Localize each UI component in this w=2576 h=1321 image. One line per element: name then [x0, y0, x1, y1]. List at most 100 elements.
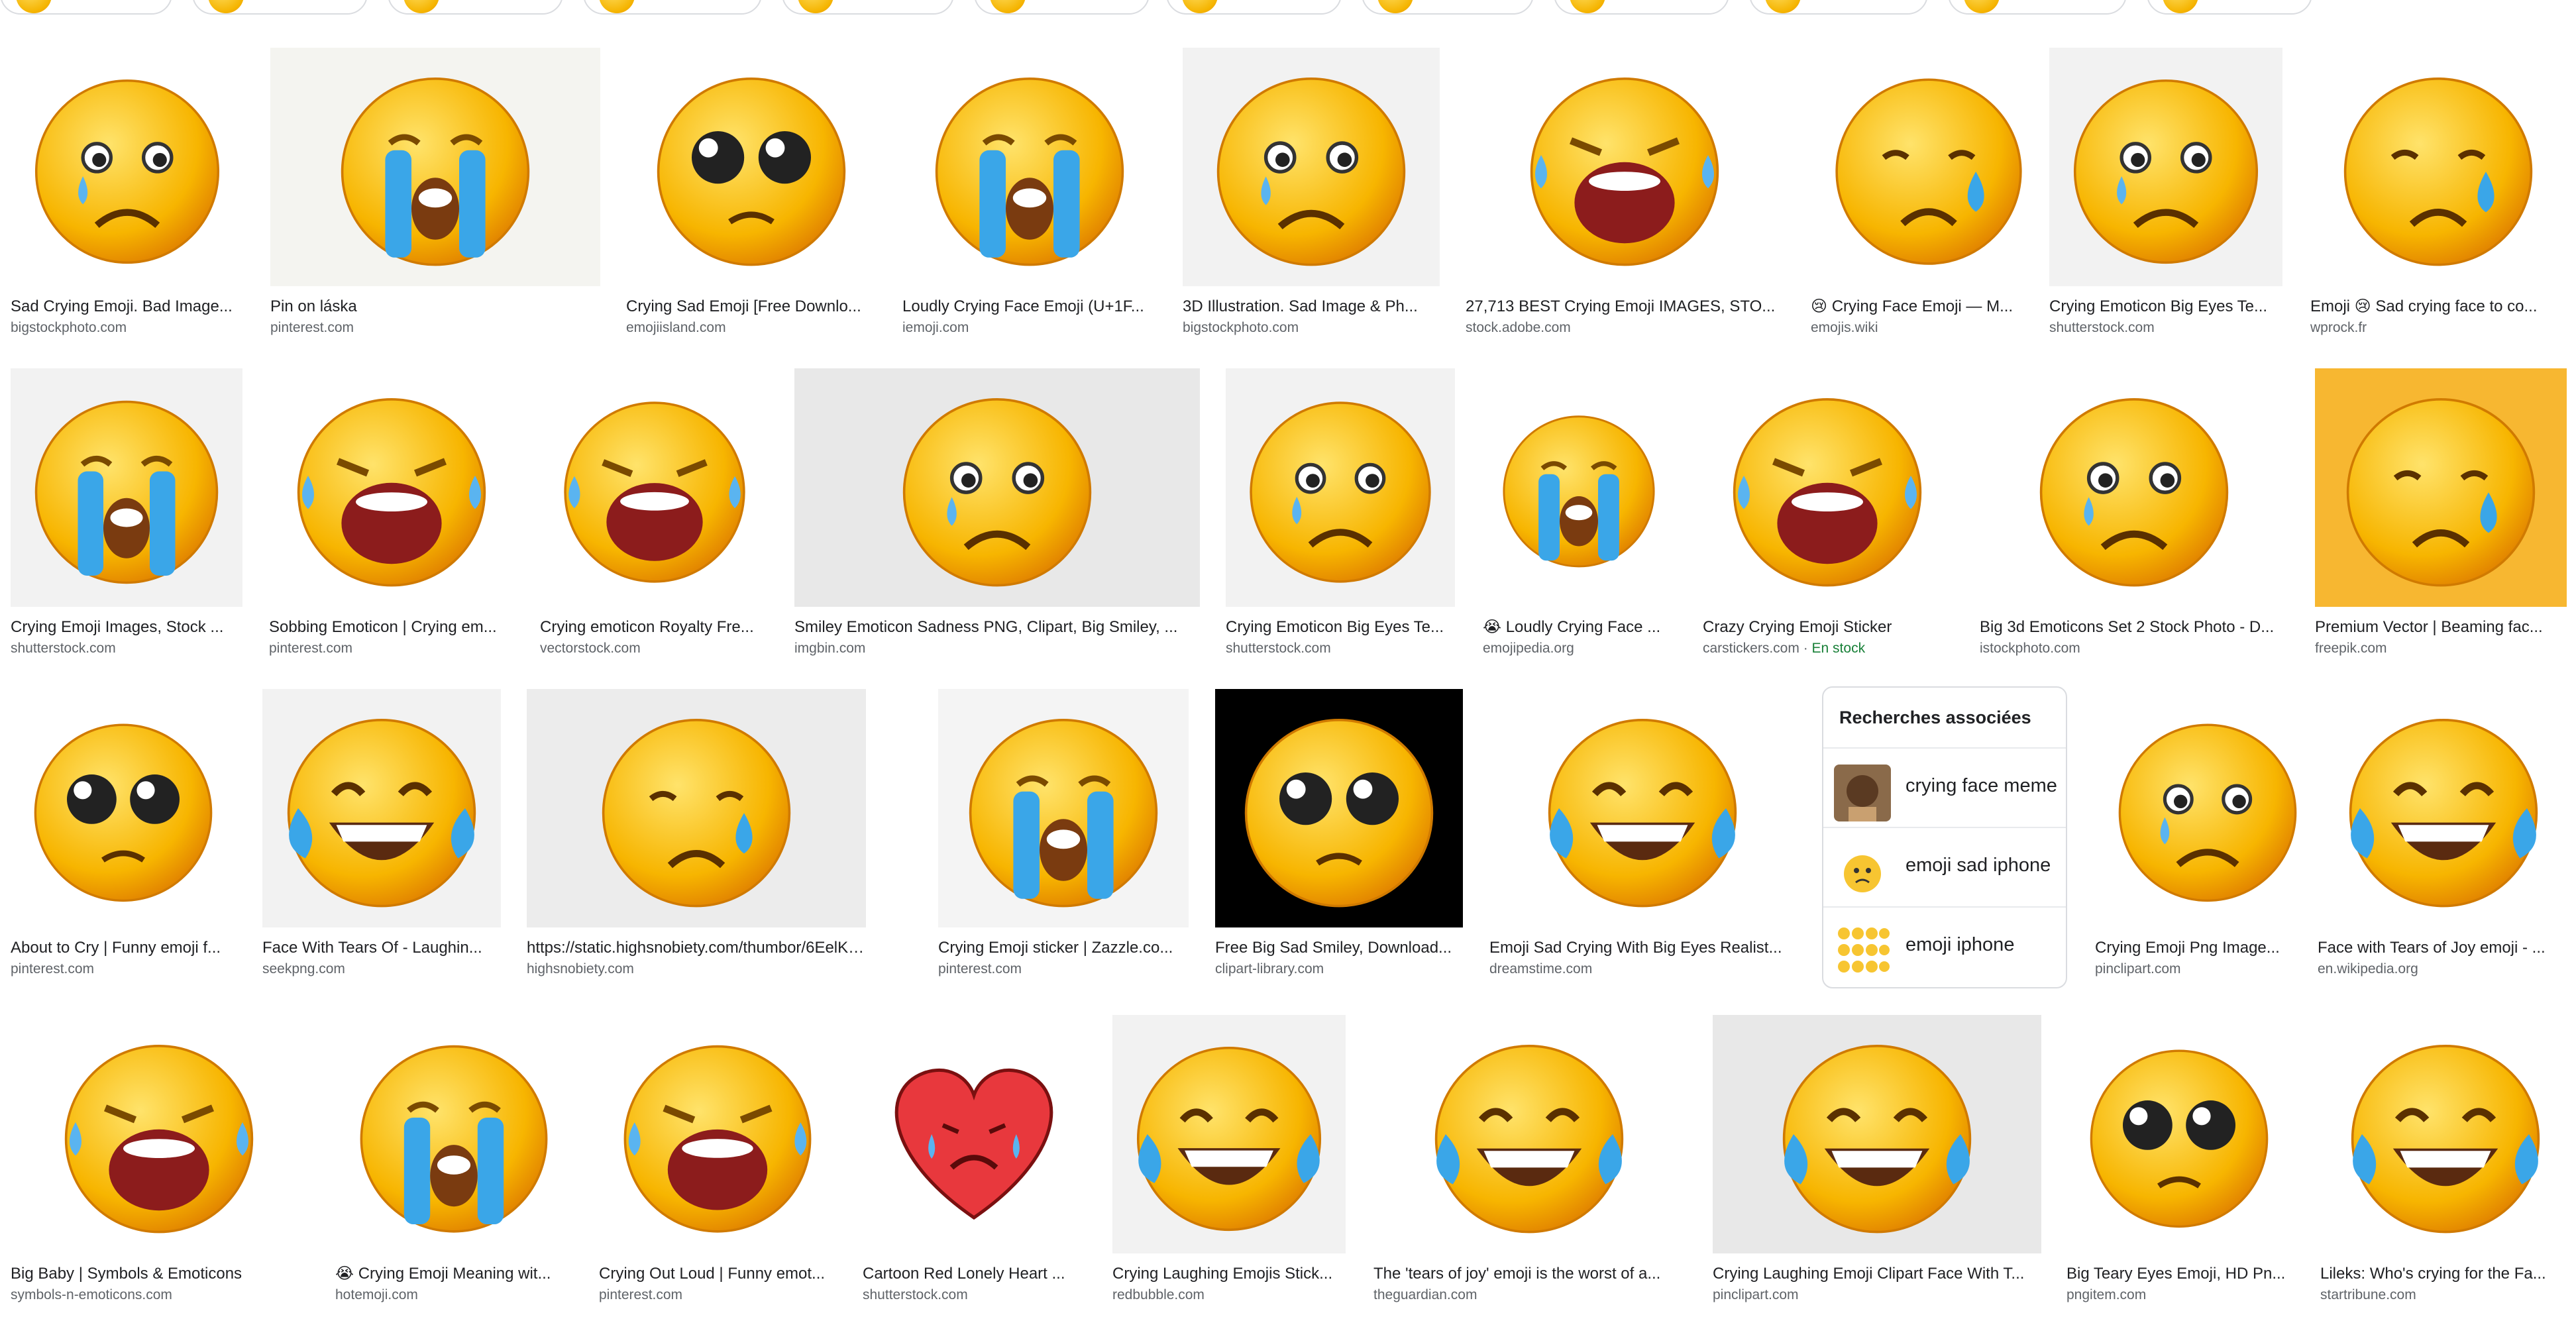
filter-chip[interactable]	[1166, 0, 1342, 15]
result-title-link[interactable]: Crying Emoji Images, Stock ...	[11, 617, 242, 637]
result-thumbnail-image[interactable]	[1980, 368, 2288, 607]
result-title-link[interactable]: Crying Laughing Emoji Clipart Face With …	[1713, 1264, 2041, 1284]
image-result-tile[interactable]: Emoji 😢 Sad crying face to co... wprock.f…	[2310, 48, 2566, 352]
result-title-link[interactable]: Crying Emoticon Big Eyes Te...	[1226, 617, 1455, 637]
result-thumbnail-image[interactable]	[626, 48, 877, 286]
result-thumbnail-image[interactable]	[270, 48, 600, 286]
result-title-link[interactable]: Crying Emoji Png Image...	[2095, 938, 2320, 958]
result-thumbnail-image[interactable]	[1215, 689, 1463, 927]
image-result-tile[interactable]: Crying Laughing Emojis Stick... redbubble…	[1112, 1015, 1346, 1320]
result-thumbnail-image[interactable]	[1703, 368, 1952, 607]
result-thumbnail-image[interactable]	[1811, 48, 2047, 286]
image-result-tile[interactable]: Crazy Crying Emoji Sticker carstickers.co…	[1703, 368, 1952, 673]
image-result-tile[interactable]: 😢 Crying Face Emoji — M... emojis.wiki	[1811, 48, 2047, 352]
image-result-tile[interactable]: Face With Tears Of - Laughin... seekpng.c…	[262, 689, 501, 994]
image-result-tile[interactable]: Crying emoticon Royalty Fre... vectorstoc…	[540, 368, 769, 673]
result-thumbnail-image[interactable]	[2095, 689, 2320, 927]
result-title-link[interactable]: 3D Illustration. Sad Image & Ph...	[1183, 297, 1440, 317]
result-thumbnail-image[interactable]	[11, 48, 244, 286]
image-result-tile[interactable]: Crying Emoticon Big Eyes Te... shuttersto…	[2049, 48, 2282, 352]
result-title-link[interactable]: Sad Crying Emoji. Bad Image...	[11, 297, 244, 317]
image-result-tile[interactable]: Crying Emoji Images, Stock ... shuttersto…	[11, 368, 242, 673]
image-result-tile[interactable]: 27,713 BEST Crying Emoji IMAGES, STO... s…	[1466, 48, 1784, 352]
image-result-tile[interactable]: 3D Illustration. Sad Image & Ph... bigsto…	[1183, 48, 1440, 352]
result-title-link[interactable]: 27,713 BEST Crying Emoji IMAGES, STO...	[1466, 297, 1784, 317]
result-thumbnail-image[interactable]	[540, 368, 769, 607]
result-thumbnail-image[interactable]	[2049, 48, 2282, 286]
result-thumbnail-image[interactable]	[794, 368, 1200, 607]
result-thumbnail-image[interactable]	[902, 48, 1157, 286]
image-result-tile[interactable]: Crying Out Loud | Funny emot... pinterest…	[599, 1015, 836, 1320]
result-thumbnail-image[interactable]	[1112, 1015, 1346, 1253]
result-title-link[interactable]: Crying emoticon Royalty Fre...	[540, 617, 769, 637]
image-result-tile[interactable]: The 'tears of joy' emoji is the worst of…	[1373, 1015, 1685, 1320]
related-search-emoji-iphone[interactable]: emoji iphone	[1823, 906, 2066, 987]
result-title-link[interactable]: Free Big Sad Smiley, Download...	[1215, 938, 1463, 958]
result-thumbnail-image[interactable]	[11, 1015, 307, 1253]
filter-chip[interactable]	[974, 0, 1150, 15]
result-title-link[interactable]: Emoji 😢 Sad crying face to co...	[2310, 297, 2566, 317]
image-result-tile[interactable]: Crying Emoji sticker | Zazzle.co... pinte…	[938, 689, 1189, 994]
image-result-tile[interactable]: Lileks: Who's crying for the Fa... startr…	[2320, 1015, 2571, 1320]
result-title-link[interactable]: Crying Emoticon Big Eyes Te...	[2049, 297, 2282, 317]
image-result-tile[interactable]: https://static.highsnobiety.com/thumbor/…	[527, 689, 866, 994]
result-title-link[interactable]: Big 3d Emoticons Set 2 Stock Photo - D..…	[1980, 617, 2288, 637]
result-thumbnail-image[interactable]	[262, 689, 501, 927]
image-result-tile[interactable]: Cartoon Red Lonely Heart ... shutterstock…	[863, 1015, 1085, 1320]
result-thumbnail-image[interactable]	[2315, 368, 2567, 607]
result-thumbnail-image[interactable]	[1483, 368, 1675, 607]
image-result-tile[interactable]: Crying Emoji Png Image... pinclipart.com	[2095, 689, 2320, 994]
result-thumbnail-image[interactable]	[335, 1015, 572, 1253]
result-title-link[interactable]: Sobbing Emoticon | Crying em...	[269, 617, 514, 637]
result-title-link[interactable]: Emoji Sad Crying With Big Eyes Realist..…	[1489, 938, 1796, 958]
result-title-link[interactable]: Premium Vector | Beaming fac...	[2315, 617, 2567, 637]
image-result-tile[interactable]: Loudly Crying Face Emoji (U+1F... iemoji.…	[902, 48, 1157, 352]
result-thumbnail-image[interactable]	[1489, 689, 1796, 927]
result-title-link[interactable]: 😭 Loudly Crying Face ...	[1483, 617, 1675, 637]
result-title-link[interactable]: https://static.highsnobiety.com/thumbor/…	[527, 938, 866, 958]
filter-chip[interactable]	[1749, 0, 1928, 15]
image-result-tile[interactable]: Premium Vector | Beaming fac... freepik.c…	[2315, 368, 2567, 673]
result-title-link[interactable]: About to Cry | Funny emoji f...	[11, 938, 236, 958]
result-thumbnail-image[interactable]	[1713, 1015, 2041, 1253]
filter-chip[interactable]	[583, 0, 762, 15]
result-thumbnail-image[interactable]	[2066, 1015, 2292, 1253]
image-result-tile[interactable]: Crying Sad Emoji [Free Downlo... emojiisl…	[626, 48, 877, 352]
result-title-link[interactable]: Pin on láska	[270, 297, 600, 317]
image-result-tile[interactable]: Free Big Sad Smiley, Download... clipart-…	[1215, 689, 1463, 994]
image-result-tile[interactable]: Pin on láska pinterest.com	[270, 48, 600, 352]
image-result-tile[interactable]: Crying Laughing Emoji Clipart Face With …	[1713, 1015, 2041, 1320]
image-result-tile[interactable]: Big 3d Emoticons Set 2 Stock Photo - D..…	[1980, 368, 2288, 673]
result-title-link[interactable]: Crying Out Loud | Funny emot...	[599, 1264, 836, 1284]
filter-chip[interactable]	[2147, 0, 2312, 15]
result-thumbnail-image[interactable]	[11, 368, 242, 607]
image-result-tile[interactable]: 😭 Crying Emoji Meaning wit... hotemoji.co…	[335, 1015, 572, 1320]
image-result-tile[interactable]: Smiley Emoticon Sadness PNG, Clipart, Bi…	[794, 368, 1200, 673]
filter-chip[interactable]	[192, 0, 368, 15]
image-result-tile[interactable]: Big Teary Eyes Emoji, HD Pn... pngitem.co…	[2066, 1015, 2292, 1320]
image-result-tile[interactable]: Crying Emoticon Big Eyes Te... shuttersto…	[1226, 368, 1455, 673]
result-title-link[interactable]: Crazy Crying Emoji Sticker	[1703, 617, 1952, 637]
result-thumbnail-image[interactable]	[1373, 1015, 1685, 1253]
result-title-link[interactable]: 😢 Crying Face Emoji — M...	[1811, 297, 2047, 317]
result-title-link[interactable]: Crying Emoji sticker | Zazzle.co...	[938, 938, 1189, 958]
result-title-link[interactable]: Cartoon Red Lonely Heart ...	[863, 1264, 1085, 1284]
image-result-tile[interactable]: About to Cry | Funny emoji f... pinterest…	[11, 689, 236, 994]
related-search-emoji-sad-iphone[interactable]: emoji sad iphone	[1823, 827, 2066, 908]
filter-chip[interactable]	[1554, 0, 1729, 15]
result-thumbnail-image[interactable]	[1226, 368, 1455, 607]
result-thumbnail-image[interactable]	[11, 689, 236, 927]
result-thumbnail-image[interactable]	[863, 1015, 1085, 1253]
result-thumbnail-image[interactable]	[527, 689, 866, 927]
result-thumbnail-image[interactable]	[938, 689, 1189, 927]
result-thumbnail-image[interactable]	[2320, 1015, 2571, 1253]
result-title-link[interactable]: Big Teary Eyes Emoji, HD Pn...	[2066, 1264, 2292, 1284]
image-result-tile[interactable]: Sad Crying Emoji. Bad Image... bigstockph…	[11, 48, 244, 352]
image-result-tile[interactable]: Sobbing Emoticon | Crying em... pinterest…	[269, 368, 514, 673]
result-thumbnail-image[interactable]	[2318, 689, 2569, 927]
image-result-tile[interactable]: 😭 Loudly Crying Face ... emojipedia.org	[1483, 368, 1675, 673]
result-title-link[interactable]: 😭 Crying Emoji Meaning wit...	[335, 1264, 572, 1284]
result-title-link[interactable]: Smiley Emoticon Sadness PNG, Clipart, Bi…	[794, 617, 1200, 637]
result-thumbnail-image[interactable]	[269, 368, 514, 607]
image-result-tile[interactable]: Big Baby | Symbols & Emoticons symbols-n-…	[11, 1015, 307, 1320]
